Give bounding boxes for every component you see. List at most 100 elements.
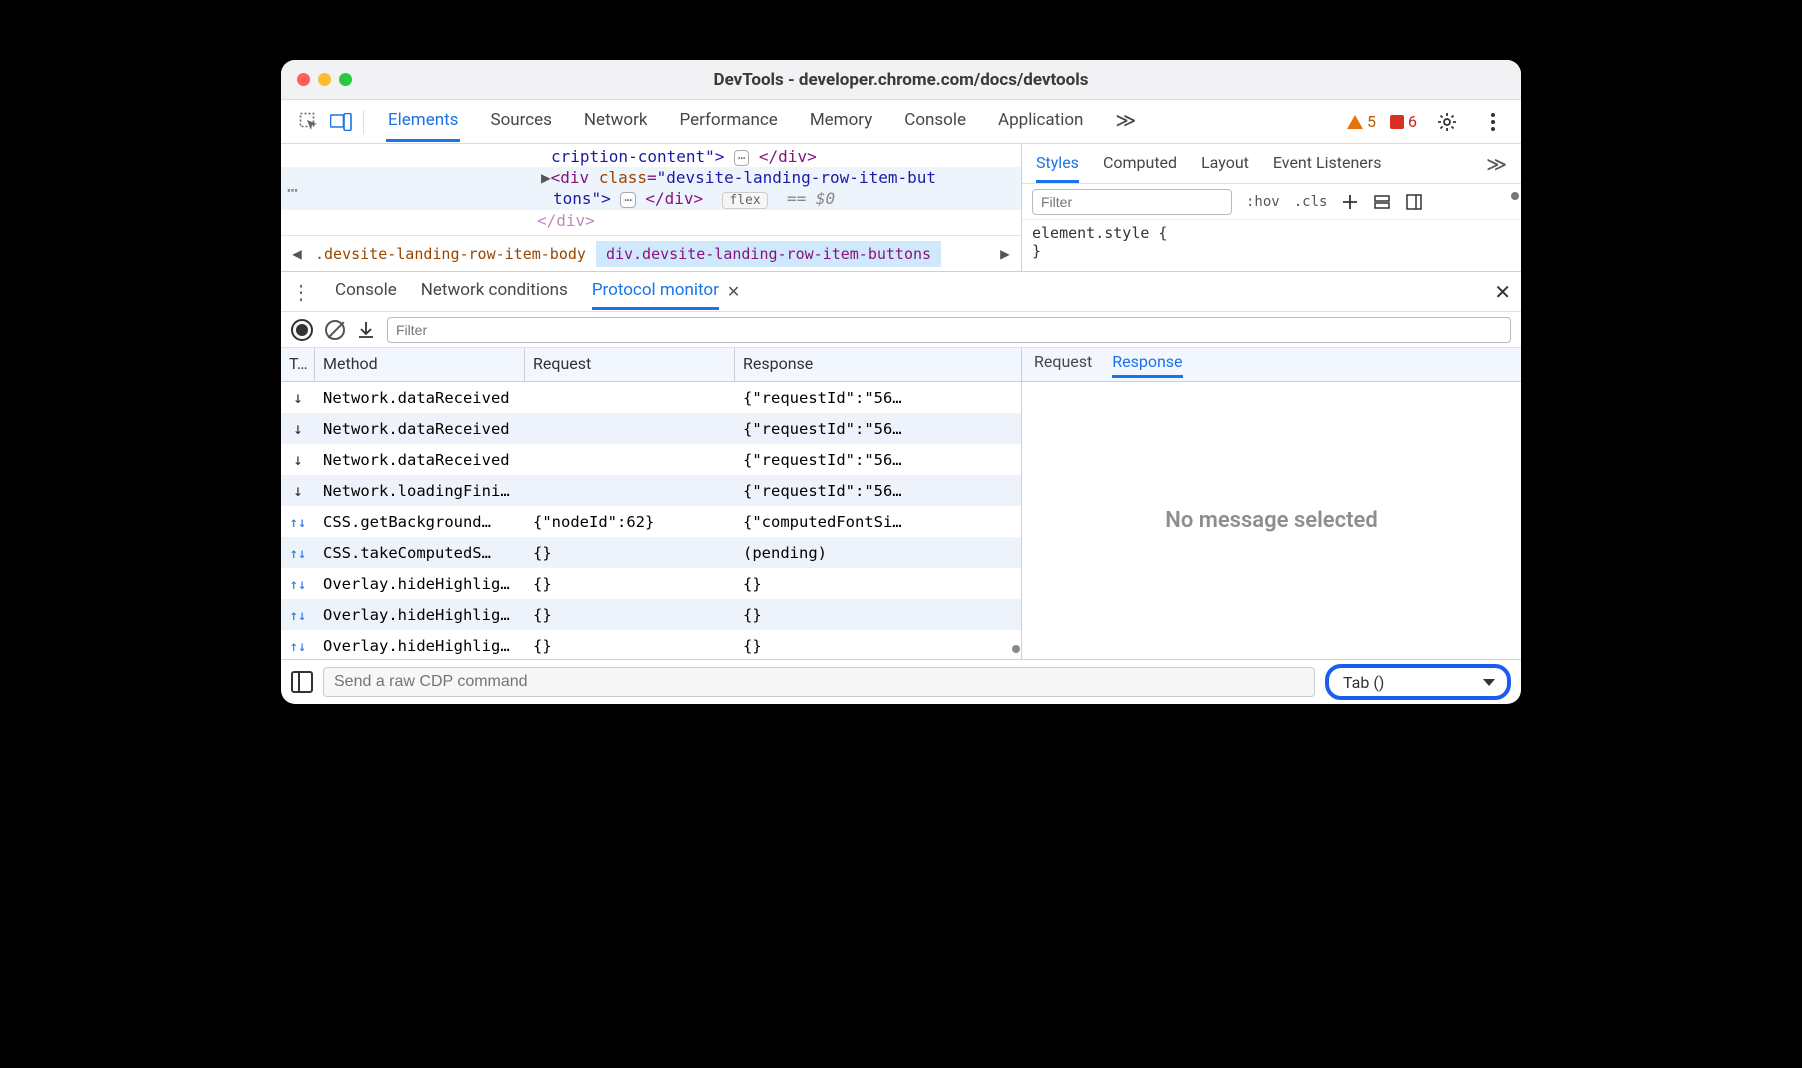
toggle-sidebar-icon[interactable] bbox=[291, 671, 313, 693]
breadcrumb-scroll-right-icon[interactable]: ▶ bbox=[997, 236, 1013, 271]
col-response[interactable]: Response bbox=[735, 348, 1021, 381]
table-row[interactable]: ↓Network.dataReceived{"requestId":"56… bbox=[281, 444, 1021, 475]
cdp-command-input[interactable] bbox=[323, 667, 1315, 697]
tab-memory[interactable]: Memory bbox=[808, 101, 874, 142]
detail-empty-message: No message selected bbox=[1022, 382, 1521, 659]
cell-method: CSS.getBackground… bbox=[315, 513, 525, 531]
incoming-arrow-icon: ↓ bbox=[293, 419, 303, 438]
tab-styles[interactable]: Styles bbox=[1036, 145, 1079, 183]
table-row[interactable]: ↓Network.loadingFinis…{"requestId":"56… bbox=[281, 475, 1021, 506]
col-method[interactable]: Method bbox=[315, 348, 525, 381]
dropdown-caret-icon bbox=[1483, 679, 1495, 686]
detail-tab-response[interactable]: Response bbox=[1112, 352, 1182, 378]
rule-selector: element.style { bbox=[1032, 224, 1511, 242]
warnings-count: 5 bbox=[1367, 112, 1376, 131]
settings-gear-icon[interactable] bbox=[1431, 106, 1463, 138]
breadcrumb-item-selected[interactable]: div.devsite-landing-row-item-buttons bbox=[596, 241, 941, 267]
maximize-window-button[interactable] bbox=[339, 73, 352, 86]
main-tabs: Elements Sources Network Performance Mem… bbox=[386, 99, 1347, 144]
clear-button[interactable] bbox=[325, 320, 345, 340]
tab-console[interactable]: Console bbox=[902, 101, 968, 142]
detail-tabs: Request Response bbox=[1022, 348, 1521, 382]
flex-badge[interactable]: flex bbox=[722, 192, 767, 209]
tab-layout[interactable]: Layout bbox=[1201, 145, 1249, 183]
table-row[interactable]: ↑↓Overlay.hideHighlight{}{} bbox=[281, 568, 1021, 599]
breadcrumb-bar: ◀ .devsite-landing-row-item-body div.dev… bbox=[281, 235, 1021, 271]
cls-toggle[interactable]: .cls bbox=[1294, 194, 1328, 210]
tab-performance[interactable]: Performance bbox=[677, 101, 779, 142]
table-row[interactable]: ↑↓CSS.takeComputedS…{}(pending) bbox=[281, 537, 1021, 568]
tab-event-listeners[interactable]: Event Listeners bbox=[1273, 145, 1382, 183]
protocol-filter-input[interactable] bbox=[387, 317, 1511, 343]
close-drawer-icon[interactable]: ✕ bbox=[1494, 280, 1511, 304]
cell-request: {} bbox=[525, 637, 735, 655]
scroll-indicator bbox=[1012, 645, 1020, 653]
breadcrumb-item[interactable]: .devsite-landing-row-item-body bbox=[305, 241, 596, 267]
table-row[interactable]: ↓Network.dataReceived{"requestId":"56… bbox=[281, 382, 1021, 413]
titlebar: DevTools - developer.chrome.com/docs/dev… bbox=[281, 60, 1521, 100]
col-type[interactable]: T… bbox=[281, 348, 315, 381]
device-toolbar-icon[interactable] bbox=[325, 106, 357, 138]
main-tab-bar: Elements Sources Network Performance Mem… bbox=[281, 100, 1521, 144]
styles-toolbar: :hov .cls bbox=[1022, 184, 1521, 220]
ellipsis-icon[interactable]: ⋯ bbox=[734, 150, 749, 166]
table-row[interactable]: ↑↓Overlay.hideHighlight{}{} bbox=[281, 599, 1021, 630]
tab-application[interactable]: Application bbox=[996, 101, 1085, 142]
cell-method: Overlay.hideHighlight bbox=[315, 637, 525, 655]
detail-tab-request[interactable]: Request bbox=[1034, 352, 1092, 378]
table-row[interactable]: ↑↓Overlay.hideHighlight{}{} bbox=[281, 630, 1021, 659]
more-tabs-icon[interactable]: ≫ bbox=[1486, 152, 1507, 176]
cell-request: {} bbox=[525, 606, 735, 624]
record-button[interactable] bbox=[291, 319, 313, 341]
errors-count: 6 bbox=[1408, 112, 1417, 131]
flexbox-editor-icon[interactable] bbox=[1373, 193, 1391, 211]
tab-network[interactable]: Network bbox=[582, 101, 650, 142]
col-request[interactable]: Request bbox=[525, 348, 735, 381]
drawer-tab-protocol-monitor[interactable]: Protocol monitor bbox=[592, 273, 719, 310]
table-rows: ↓Network.dataReceived{"requestId":"56…↓N… bbox=[281, 382, 1021, 659]
warnings-badge[interactable]: 5 bbox=[1347, 112, 1376, 131]
tab-sources[interactable]: Sources bbox=[488, 101, 553, 142]
breadcrumb-scroll-left-icon[interactable]: ◀ bbox=[289, 236, 305, 271]
hov-toggle[interactable]: :hov bbox=[1246, 194, 1280, 210]
target-select[interactable]: Tab () bbox=[1325, 664, 1511, 700]
more-tabs-icon[interactable]: ≫ bbox=[1113, 99, 1144, 144]
window-title: DevTools - developer.chrome.com/docs/dev… bbox=[281, 70, 1521, 90]
table-header: T… Method Request Response bbox=[281, 348, 1021, 382]
collapsed-lines-icon[interactable]: ⋯ bbox=[287, 180, 298, 201]
dom-tree[interactable]: cription-content"> ⋯ </div> ▶<div class=… bbox=[281, 144, 1021, 271]
styles-tabs: Styles Computed Layout Event Listeners ≫ bbox=[1022, 144, 1521, 184]
ellipsis-icon[interactable]: ⋯ bbox=[620, 192, 635, 208]
bidirectional-arrow-icon: ↑↓ bbox=[290, 515, 307, 531]
close-tab-icon[interactable]: ✕ bbox=[727, 282, 740, 301]
bidirectional-arrow-icon: ↑↓ bbox=[290, 608, 307, 624]
new-rule-icon[interactable] bbox=[1341, 193, 1359, 211]
inspect-element-icon[interactable] bbox=[293, 106, 325, 138]
tab-elements[interactable]: Elements bbox=[386, 101, 460, 142]
drawer-tab-network-conditions[interactable]: Network conditions bbox=[421, 273, 568, 310]
drawer-tab-bar: ⋮ Console Network conditions Protocol mo… bbox=[281, 272, 1521, 312]
cell-request: {"nodeId":62} bbox=[525, 513, 735, 531]
selected-node-marker: == $0 bbox=[787, 189, 835, 208]
close-window-button[interactable] bbox=[297, 73, 310, 86]
cell-request: {} bbox=[525, 575, 735, 593]
errors-badge[interactable]: 6 bbox=[1390, 112, 1417, 131]
drawer-tab-console[interactable]: Console bbox=[335, 273, 397, 310]
code-text: cription-content"> bbox=[551, 147, 724, 166]
minimize-window-button[interactable] bbox=[318, 73, 331, 86]
table-row[interactable]: ↑↓CSS.getBackground…{"nodeId":62}{"compu… bbox=[281, 506, 1021, 537]
drawer-kebab-icon[interactable]: ⋮ bbox=[291, 280, 311, 304]
save-icon[interactable] bbox=[357, 321, 375, 339]
styles-rules[interactable]: element.style { } bbox=[1022, 220, 1521, 264]
devtools-window: DevTools - developer.chrome.com/docs/dev… bbox=[281, 60, 1521, 704]
cell-method: Network.dataReceived bbox=[315, 451, 525, 469]
kebab-menu-icon[interactable] bbox=[1477, 106, 1509, 138]
cell-method: CSS.takeComputedS… bbox=[315, 544, 525, 562]
table-row[interactable]: ↓Network.dataReceived{"requestId":"56… bbox=[281, 413, 1021, 444]
tab-computed[interactable]: Computed bbox=[1103, 145, 1177, 183]
separator bbox=[363, 110, 364, 134]
incoming-arrow-icon: ↓ bbox=[293, 481, 303, 500]
protocol-messages-table: T… Method Request Response ↓Network.data… bbox=[281, 348, 1021, 659]
computed-sidebar-icon[interactable] bbox=[1405, 193, 1423, 211]
styles-filter-input[interactable] bbox=[1032, 189, 1232, 215]
